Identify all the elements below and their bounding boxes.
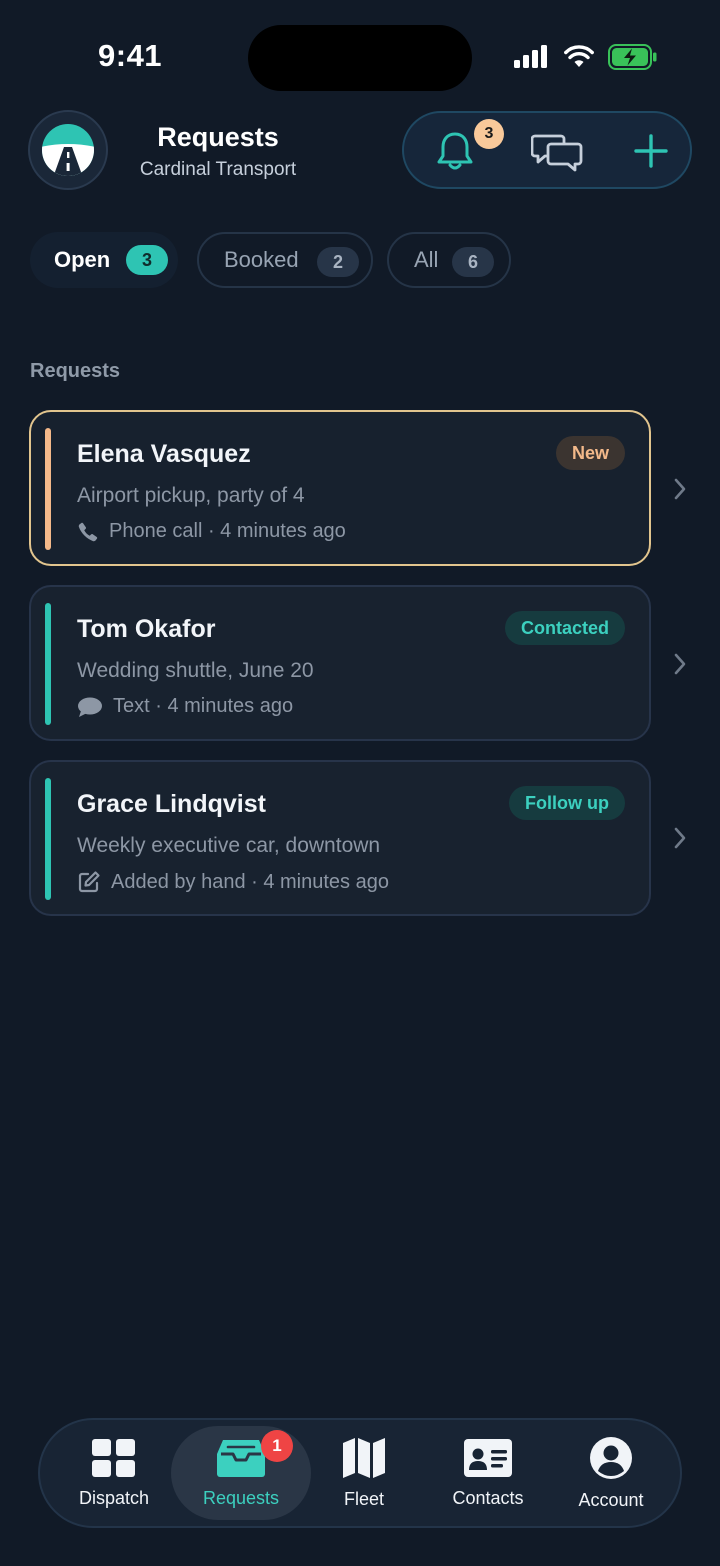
wifi-icon	[564, 45, 594, 74]
inbox-icon	[217, 1439, 265, 1477]
map-icon	[343, 1437, 385, 1478]
add-request-button[interactable]	[612, 113, 690, 189]
status-icons	[514, 44, 658, 75]
message-icon	[77, 696, 103, 718]
nav-account[interactable]: Account	[560, 1420, 662, 1526]
request-meta: Added by hand · 4 minutes ago	[77, 870, 389, 894]
tab-booked-count: 2	[317, 247, 359, 277]
request-name: Grace Lindqvist	[77, 790, 266, 818]
company-logo[interactable]	[28, 110, 108, 190]
request-description: Weekly executive car, downtown	[77, 834, 381, 857]
card-accent-bar	[45, 428, 51, 550]
nav-account-label: Account	[578, 1489, 644, 1510]
chevron-right-icon[interactable]	[670, 649, 690, 679]
tab-open-count: 3	[126, 245, 168, 275]
tab-all-label: All	[414, 247, 439, 272]
status-badge: Follow up	[509, 786, 625, 820]
status-time: 9:41	[98, 38, 163, 73]
request-meta-text: Phone call · 4 minutes ago	[109, 520, 346, 542]
bell-icon	[437, 132, 473, 170]
request-card[interactable]: Elena Vasquez New Airport pickup, party …	[29, 410, 651, 566]
dynamic-island	[248, 25, 472, 91]
status-badge: Contacted	[504, 611, 625, 645]
contact-card-icon	[464, 1438, 512, 1477]
request-description: Wedding shuttle, June 20	[77, 659, 314, 682]
tab-open[interactable]: Open 3	[30, 232, 178, 288]
battery-icon	[608, 44, 658, 75]
request-meta-text: Added by hand · 4 minutes ago	[111, 870, 389, 893]
request-meta-text: Text · 4 minutes ago	[113, 695, 294, 717]
nav-requests[interactable]: Requests 1	[171, 1426, 311, 1520]
road-logo-icon	[42, 124, 94, 176]
status-bar: 9:41	[0, 0, 720, 110]
nav-dispatch-label: Dispatch	[78, 1487, 150, 1508]
grid-icon	[92, 1438, 135, 1477]
plus-icon	[634, 134, 668, 168]
page-title: Requests	[157, 122, 279, 152]
company-name: Cardinal Transport	[139, 159, 297, 180]
tab-all-count: 6	[452, 247, 494, 277]
nav-requests-badge: 1	[261, 1430, 293, 1462]
tab-booked-label: Booked	[224, 247, 299, 272]
bottom-nav: Dispatch Requests 1 Fleet Contacts Accou…	[38, 1418, 682, 1528]
request-card[interactable]: Grace Lindqvist Follow up Weekly executi…	[29, 760, 651, 916]
chat-bubbles-icon	[531, 134, 583, 172]
edit-icon	[77, 870, 101, 894]
header-actions: 3	[402, 111, 692, 189]
header: Requests Cardinal Transport 3	[0, 110, 720, 200]
nav-fleet-label: Fleet	[343, 1488, 385, 1509]
title-block: Requests Cardinal Transport	[118, 122, 318, 181]
tab-booked[interactable]: Booked 2	[197, 232, 373, 288]
status-badge: New	[555, 436, 625, 470]
card-accent-bar	[45, 603, 51, 725]
signal-icon	[514, 45, 550, 74]
chevron-right-icon[interactable]	[670, 823, 690, 853]
notifications-button[interactable]: 3	[416, 113, 504, 189]
messages-button[interactable]	[518, 113, 596, 189]
request-meta: Phone call · 4 minutes ago	[77, 520, 346, 543]
nav-requests-label: Requests	[202, 1487, 280, 1508]
nav-fleet[interactable]: Fleet	[316, 1420, 412, 1526]
nav-contacts[interactable]: Contacts	[432, 1420, 544, 1526]
notification-count-badge: 3	[474, 119, 504, 149]
nav-contacts-label: Contacts	[452, 1487, 524, 1508]
section-label: Requests	[30, 360, 121, 382]
request-name: Tom Okafor	[77, 615, 216, 643]
account-icon	[590, 1436, 632, 1479]
nav-dispatch[interactable]: Dispatch	[62, 1420, 166, 1526]
request-name: Elena Vasquez	[77, 440, 251, 468]
request-card[interactable]: Tom Okafor Contacted Wedding shuttle, Ju…	[29, 585, 651, 741]
phone-icon	[77, 521, 99, 543]
chevron-right-icon[interactable]	[670, 474, 690, 504]
tab-open-label: Open	[54, 247, 111, 272]
tab-all[interactable]: All 6	[387, 232, 511, 288]
request-meta: Text · 4 minutes ago	[77, 695, 293, 718]
card-accent-bar	[45, 778, 51, 900]
request-description: Airport pickup, party of 4	[77, 484, 305, 507]
